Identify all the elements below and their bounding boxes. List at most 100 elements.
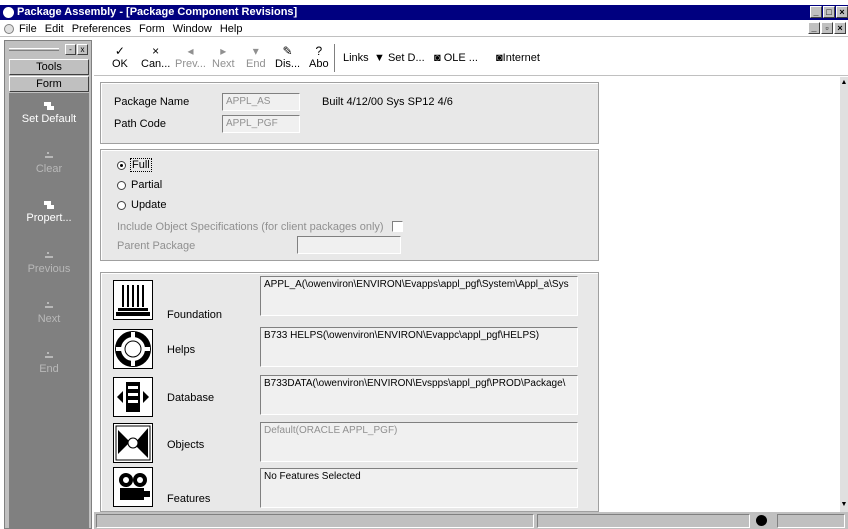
- toolbar-separator: [334, 44, 336, 72]
- exit-bar: - x Tools Form Set Default Clear Propert…: [4, 40, 92, 529]
- x-icon: ×: [152, 44, 160, 58]
- tab-form[interactable]: Form: [9, 76, 89, 92]
- status-extra: [777, 514, 845, 528]
- database-field[interactable]: B733DATA(\owenviron\ENVIRON\Evspps\appl_…: [260, 375, 578, 415]
- internet-link-label: Internet: [502, 52, 540, 64]
- about-button[interactable]: ? Abo: [309, 44, 329, 70]
- package-header-group: Package Name APPL_AS Built 4/12/00 Sys S…: [100, 82, 599, 144]
- helps-field[interactable]: B733 HELPS(\owenviron\ENVIRON\Evappc\app…: [260, 327, 578, 367]
- display-icon: ✎: [282, 44, 293, 58]
- toolbar: ✓ OK × Can... ◂ Prev... ▸ Next ▾ End ✎ D…: [94, 40, 848, 76]
- menu-bar: File Edit Preferences Form Window Help _…: [0, 21, 848, 37]
- properties-label: Propert...: [26, 212, 72, 224]
- prev-button[interactable]: ◂ Prev...: [175, 44, 206, 70]
- previous-icon: [45, 252, 53, 258]
- cancel-button[interactable]: × Can...: [141, 44, 170, 70]
- next-icon: [45, 302, 53, 308]
- parent-package-field[interactable]: [297, 236, 401, 254]
- ok-label: OK: [112, 58, 128, 70]
- database-icon[interactable]: [113, 377, 153, 417]
- update-label: Update: [131, 199, 167, 211]
- foundation-label: Foundation: [167, 309, 223, 321]
- scroll-down-icon[interactable]: ▼: [840, 501, 848, 509]
- about-label: Abo: [309, 58, 329, 70]
- exit-bar-header: - x: [9, 44, 89, 55]
- components-group: Foundation APPL_A(\owenviron\ENVIRON\Eva…: [100, 272, 599, 512]
- window-title: Package Assembly - [Package Component Re…: [17, 6, 298, 18]
- end-toolbar-label: End: [246, 58, 266, 70]
- next-toolbar-button[interactable]: ▸ Next: [212, 44, 235, 70]
- mdi-restore-button[interactable]: ▫: [821, 22, 833, 34]
- helps-icon[interactable]: [113, 329, 153, 369]
- foundation-field[interactable]: APPL_A(\owenviron\ENVIRON\Evapps\appl_pg…: [260, 276, 578, 316]
- menu-preferences[interactable]: Preferences: [72, 23, 131, 35]
- helps-label: Helps: [167, 344, 196, 356]
- full-radio[interactable]: Full: [117, 158, 152, 172]
- menu-form[interactable]: Form: [139, 23, 165, 35]
- foundation-graphic: [116, 285, 150, 316]
- build-info-text: Built 4/12/00 Sys SP12 4/6: [322, 96, 453, 108]
- next-button[interactable]: Next: [9, 301, 89, 325]
- menu-edit[interactable]: Edit: [45, 23, 64, 35]
- exit-bar-minimize-button[interactable]: -: [65, 44, 76, 55]
- partial-radio[interactable]: Partial: [117, 179, 162, 191]
- internet-link[interactable]: ◙Internet: [496, 52, 540, 64]
- properties-icon: [44, 201, 54, 209]
- properties-button[interactable]: Propert...: [9, 200, 89, 224]
- objects-field[interactable]: Default(ORACLE APPL_PGF): [260, 422, 578, 462]
- features-graphic: [119, 473, 150, 500]
- document-menu-icon[interactable]: [4, 24, 14, 34]
- previous-button[interactable]: Previous: [9, 251, 89, 275]
- end-label: End: [39, 363, 59, 375]
- links-label: Links: [343, 52, 369, 64]
- scroll-up-icon[interactable]: ▲: [840, 79, 848, 87]
- mdi-minimize-button[interactable]: _: [808, 22, 820, 34]
- database-graphic: [117, 382, 149, 412]
- end-toolbar-button[interactable]: ▾ End: [246, 44, 266, 70]
- end-icon: ▾: [252, 44, 259, 58]
- radio-icon: [117, 180, 126, 190]
- foundation-icon[interactable]: [113, 280, 153, 320]
- helps-graphic: [115, 331, 151, 367]
- update-radio[interactable]: Update: [117, 199, 166, 211]
- objects-icon[interactable]: [113, 423, 153, 463]
- exit-bar-close-button[interactable]: x: [77, 44, 88, 55]
- ok-button[interactable]: ✓ OK: [112, 44, 128, 70]
- exit-bar-grip[interactable]: [9, 48, 59, 51]
- clear-button[interactable]: Clear: [9, 151, 89, 175]
- next-toolbar-label: Next: [212, 58, 235, 70]
- database-label: Database: [167, 392, 215, 404]
- prev-icon: ◂: [187, 44, 194, 58]
- menu-file[interactable]: File: [19, 23, 37, 35]
- about-icon: ?: [315, 44, 323, 58]
- globe-icon: [756, 515, 767, 526]
- next-label: Next: [37, 313, 61, 325]
- tab-tools[interactable]: Tools: [9, 59, 89, 75]
- ole-link[interactable]: ◙ OLE ...: [434, 52, 478, 64]
- set-default-label: Set Default: [21, 113, 77, 125]
- maximize-button[interactable]: □: [823, 6, 835, 18]
- mdi-close-button[interactable]: ×: [834, 22, 846, 34]
- set-default-button[interactable]: Set Default: [9, 101, 89, 125]
- display-label: Dis...: [275, 58, 301, 70]
- clear-icon: [45, 152, 53, 158]
- features-field[interactable]: No Features Selected: [260, 468, 578, 508]
- include-specs-label: Include Object Specifications (for clien…: [117, 221, 384, 233]
- end-button[interactable]: End: [9, 351, 89, 375]
- vertical-scrollbar[interactable]: ▲ ▼: [840, 77, 848, 512]
- menu-help[interactable]: Help: [220, 23, 243, 35]
- close-button[interactable]: ×: [836, 6, 848, 18]
- include-specs-checkbox[interactable]: [392, 221, 403, 232]
- package-name-field[interactable]: APPL_AS: [222, 93, 300, 111]
- path-code-field[interactable]: APPL_PGF: [222, 115, 300, 133]
- objects-label: Objects: [167, 439, 205, 451]
- features-icon[interactable]: [113, 467, 153, 507]
- minimize-button[interactable]: _: [810, 6, 822, 18]
- menu-window[interactable]: Window: [173, 23, 212, 35]
- display-button[interactable]: ✎ Dis...: [275, 44, 300, 70]
- form-content: Package Name APPL_AS Built 4/12/00 Sys S…: [94, 77, 840, 512]
- set-default-link[interactable]: ▼ Set D...: [374, 52, 425, 64]
- app-icon: [3, 7, 14, 18]
- previous-label: Previous: [27, 263, 71, 275]
- status-message: [96, 514, 534, 528]
